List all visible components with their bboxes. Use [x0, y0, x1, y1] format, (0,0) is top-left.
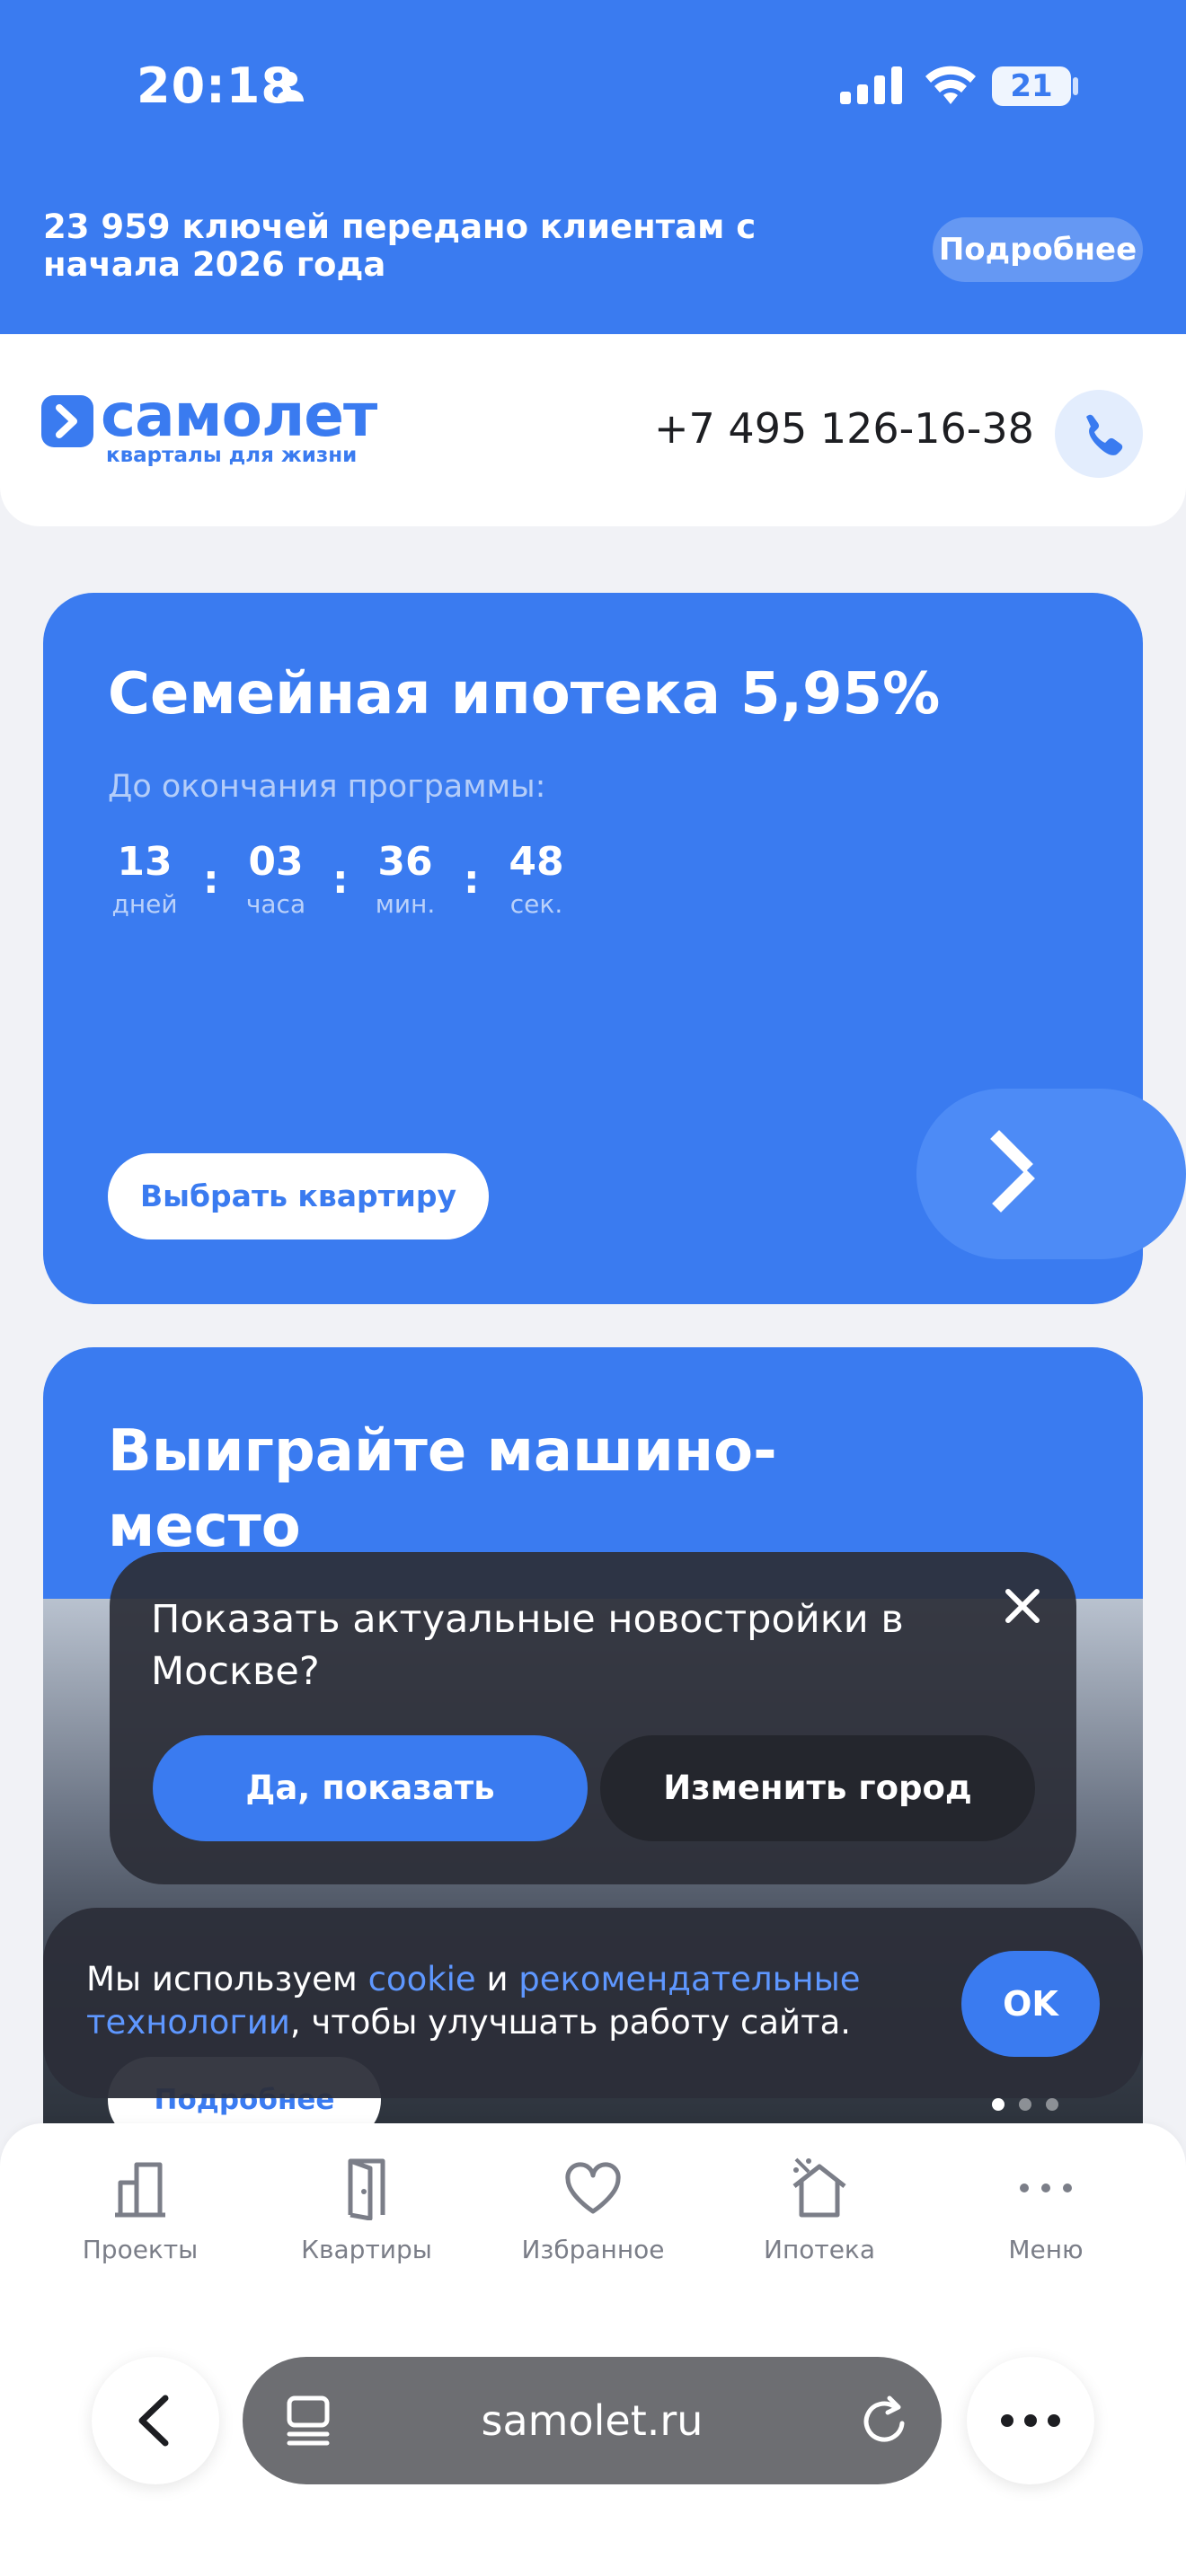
cookie-text-middle: и [475, 1960, 519, 1998]
status-time: 20:18 [137, 57, 296, 114]
parking-title: Выиграйте машино-место [108, 1418, 777, 1560]
cookie-text-suffix: , чтобы улучшать работу сайта. [289, 2003, 852, 2042]
phone-icon [1086, 414, 1123, 455]
nav-label: Квартиры [301, 2235, 432, 2264]
logo-tagline: кварталы для жизни [106, 444, 358, 467]
nav-favorites[interactable]: Избранное [494, 2156, 692, 2281]
battery-tip [1073, 77, 1078, 95]
reload-icon[interactable] [859, 2391, 913, 2448]
more-dots-icon [1001, 2414, 1060, 2427]
slider-dot-active[interactable] [992, 2098, 1005, 2111]
promo-text: 23 959 ключей передано клиентам с начала… [43, 207, 757, 284]
wifi-icon [925, 66, 976, 104]
cookie-link[interactable]: cookie [368, 1960, 476, 1998]
browser-menu-button[interactable] [967, 2357, 1094, 2484]
choose-apartment-button[interactable]: Выбрать квартиру [108, 1153, 489, 1239]
countdown-caption: До окончания программы: [108, 769, 546, 805]
nav-label: Ипотека [764, 2235, 875, 2264]
house-percent-icon [792, 2157, 846, 2218]
cookie-text: Мы используем cookie и рекомендательные … [86, 1958, 895, 2044]
change-city-button[interactable]: Изменить город [600, 1735, 1035, 1841]
buildings-icon [115, 2162, 165, 2218]
close-icon[interactable] [997, 1581, 1048, 1631]
countdown-minutes-unit: мин. [375, 889, 436, 919]
chevron-left-icon [138, 2395, 169, 2447]
browser-back-button[interactable] [92, 2357, 219, 2484]
slider-dot[interactable] [1019, 2098, 1031, 2111]
nav-label: Избранное [521, 2235, 665, 2264]
phone-number[interactable]: +7 495 126-16-38 [654, 404, 1034, 453]
logo-arrow-icon[interactable] [41, 395, 93, 447]
countdown-seconds: 48 [509, 839, 564, 885]
nav-menu[interactable]: Меню [947, 2156, 1145, 2281]
slider-dot[interactable] [1046, 2098, 1058, 2111]
nav-mortgage[interactable]: Ипотека [721, 2156, 918, 2281]
countdown-separator: : [203, 857, 219, 903]
nav-projects[interactable]: Проекты [41, 2156, 239, 2281]
call-button[interactable] [1055, 390, 1143, 478]
cookie-text-prefix: Мы используем [86, 1960, 368, 1998]
door-icon [348, 2158, 385, 2220]
countdown-hours-unit: часа [245, 889, 306, 919]
cellular-signal-icon [840, 66, 902, 104]
countdown-hours: 03 [248, 839, 304, 885]
city-question: Показать актуальные новостройки в Москве… [151, 1597, 904, 1694]
heart-icon [565, 2162, 621, 2214]
countdown-minutes: 36 [377, 839, 433, 885]
person-icon [277, 72, 304, 101]
chevron-right-icon [990, 1130, 1035, 1213]
promo-banner [0, 0, 1186, 334]
more-dots-icon [1020, 2183, 1072, 2192]
cookie-ok-button[interactable]: OK [961, 1951, 1100, 2057]
reader-tabs-icon[interactable] [286, 2395, 331, 2448]
countdown-seconds-unit: сек. [509, 889, 563, 919]
countdown-separator: : [464, 857, 480, 903]
nav-apartments[interactable]: Квартиры [268, 2156, 465, 2281]
promo-more-button[interactable]: Подробнее [933, 217, 1143, 282]
nav-label: Меню [1008, 2235, 1084, 2264]
nav-label: Проекты [82, 2235, 199, 2264]
battery-level: 21 [1010, 68, 1053, 104]
countdown-days: 13 [117, 839, 173, 885]
browser-url[interactable]: samolet.ru [377, 2357, 807, 2484]
logo-wordmark[interactable]: самолет [101, 381, 377, 450]
mortgage-title: Семейная ипотека 5,95% [108, 661, 941, 728]
countdown-separator: : [332, 857, 349, 903]
countdown-days-unit: дней [111, 889, 178, 919]
confirm-city-button[interactable]: Да, показать [153, 1735, 588, 1841]
